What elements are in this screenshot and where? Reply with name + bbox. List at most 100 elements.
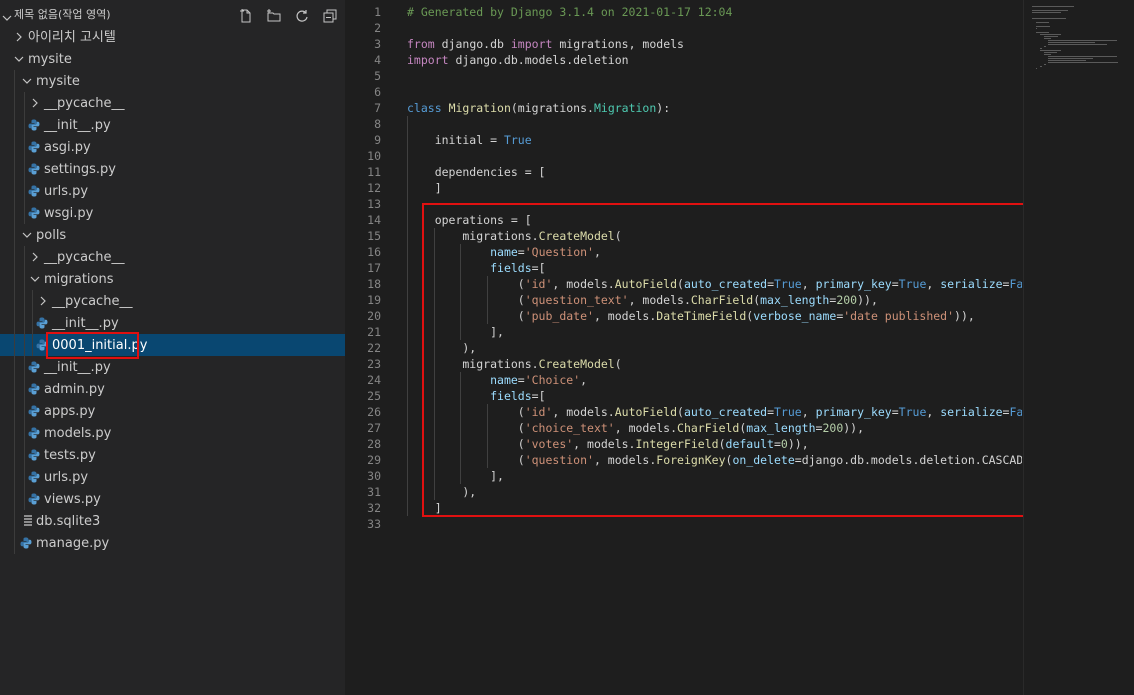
code-line[interactable] [407, 20, 1022, 36]
tree-file-urls-py[interactable]: urls.py [0, 180, 345, 202]
tree-item-label: db.sqlite3 [36, 514, 101, 529]
minimap-line [1040, 66, 1042, 67]
workspace-title: 제목 없음(작업 영역) [14, 8, 111, 21]
code-line[interactable]: initial = True [407, 132, 1022, 148]
tree-item-label: urls.py [44, 184, 89, 199]
code-line[interactable]: from django.db import migrations, models [407, 36, 1022, 52]
new-folder-icon[interactable] [266, 8, 282, 24]
tree-file-wsgi-py[interactable]: wsgi.py [0, 202, 345, 224]
code-line[interactable] [407, 84, 1022, 100]
chevron-down-icon[interactable] [14, 54, 24, 64]
chevron-down-icon[interactable] [22, 230, 32, 240]
line-number: 18 [367, 277, 381, 291]
tree-folder-pycache[interactable]: __pycache__ [0, 92, 345, 114]
line-number: 28 [367, 437, 381, 451]
line-number: 5 [374, 69, 381, 83]
line-number: 8 [374, 117, 381, 131]
line-number: 24 [367, 373, 381, 387]
line-number: 26 [367, 405, 381, 419]
tree-folder-mysite[interactable]: mysite [0, 70, 345, 92]
python-file-icon [28, 427, 40, 439]
chevron-right-icon[interactable] [38, 296, 48, 306]
minimap-line [1048, 62, 1119, 63]
tree-folder-polls[interactable]: polls [0, 224, 345, 246]
tree-file-manage-py[interactable]: manage.py [0, 532, 345, 554]
python-file-icon [36, 317, 48, 329]
line-number: 29 [367, 453, 381, 467]
line-number: 20 [367, 309, 381, 323]
tree-item-label: __pycache__ [44, 96, 125, 111]
code-line[interactable]: ] [407, 180, 1022, 196]
tree-item-label: settings.py [44, 162, 116, 177]
line-number: 25 [367, 389, 381, 403]
line-number: 15 [367, 229, 381, 243]
tree-file-asgi-py[interactable]: asgi.py [0, 136, 345, 158]
minimap-line [1044, 54, 1052, 55]
line-number: 1 [374, 5, 381, 19]
python-file-icon [28, 361, 40, 373]
refresh-icon[interactable] [294, 8, 310, 24]
code-line[interactable] [407, 148, 1022, 164]
line-number: 23 [367, 357, 381, 371]
code-editor[interactable]: 1 2 3 4 5 6 7 8 9 10 11 12 13 14 15 16 17 18 19 20 21 22 23 24 2… [345, 0, 1134, 695]
minimap-line [1048, 40, 1118, 41]
minimap-line [1036, 28, 1037, 29]
chevron-right-icon[interactable] [30, 98, 40, 108]
python-file-icon [28, 493, 40, 505]
tree-file-urls-py[interactable]: urls.py [0, 466, 345, 488]
tree-file-apps-py[interactable]: apps.py [0, 400, 345, 422]
tree-file-views-py[interactable]: views.py [0, 488, 345, 510]
minimap-line [1048, 58, 1093, 59]
tree-item-label: manage.py [36, 536, 110, 551]
minimap-line [1044, 36, 1059, 37]
code-line[interactable] [407, 116, 1022, 132]
tree-item-label: urls.py [44, 470, 89, 485]
line-number: 9 [374, 133, 381, 147]
code-line[interactable]: class Migration(migrations.Migration): [407, 100, 1022, 116]
python-file-icon [28, 405, 40, 417]
tree-file-init-py[interactable]: __init__.py [0, 356, 345, 378]
python-file-icon [28, 119, 40, 131]
workspace-header[interactable]: 제목 없음(작업 영역) [0, 4, 345, 26]
minimap-line [1036, 26, 1051, 27]
line-number: 21 [367, 325, 381, 339]
tree-file-admin-py[interactable]: admin.py [0, 378, 345, 400]
chevron-right-icon[interactable] [14, 32, 24, 42]
tree-file-tests-py[interactable]: tests.py [0, 444, 345, 466]
line-number: 7 [374, 101, 381, 115]
tree-folder-pycache[interactable]: __pycache__ [0, 246, 345, 268]
tree-file-init-py[interactable]: __init__.py [0, 312, 345, 334]
tree-item-label: mysite [36, 74, 80, 89]
tree-folder-아이리치-고시텔[interactable]: 아이리치 고시텔 [0, 26, 345, 48]
python-file-icon [28, 163, 40, 175]
indent-guide [24, 246, 25, 510]
tree-folder-pycache[interactable]: __pycache__ [0, 290, 345, 312]
code-line[interactable]: dependencies = [ [407, 164, 1022, 180]
operations-highlight-box [422, 203, 1043, 517]
indent-guide [407, 116, 408, 516]
line-number: 16 [367, 245, 381, 259]
chevron-down-icon[interactable] [30, 274, 40, 284]
tree-file-settings-py[interactable]: settings.py [0, 158, 345, 180]
chevron-down-icon[interactable] [22, 76, 32, 86]
minimap-line [1036, 22, 1049, 23]
code-line[interactable] [407, 68, 1022, 84]
new-file-icon[interactable] [238, 8, 254, 24]
tree-folder-migrations[interactable]: migrations [0, 268, 345, 290]
tree-folder-mysite[interactable]: mysite [0, 48, 345, 70]
minimap-line [1048, 42, 1095, 43]
tree-file-init-py[interactable]: __init__.py [0, 114, 345, 136]
minimap-line [1032, 12, 1061, 13]
tree-file-db-sqlite3[interactable]: db.sqlite3 [0, 510, 345, 532]
tree-item-label: __init__.py [44, 360, 111, 375]
tree-file-models-py[interactable]: models.py [0, 422, 345, 444]
code-line[interactable] [407, 516, 1022, 532]
chevron-down-icon[interactable] [2, 8, 12, 21]
minimap[interactable] [1023, 0, 1134, 695]
code-line[interactable]: # Generated by Django 3.1.4 on 2021-01-1… [407, 4, 1022, 20]
collapse-all-icon[interactable] [322, 8, 338, 24]
chevron-right-icon[interactable] [30, 252, 40, 262]
minimap-line [1044, 64, 1046, 65]
minimap-line [1032, 18, 1067, 19]
code-line[interactable]: import django.db.models.deletion [407, 52, 1022, 68]
